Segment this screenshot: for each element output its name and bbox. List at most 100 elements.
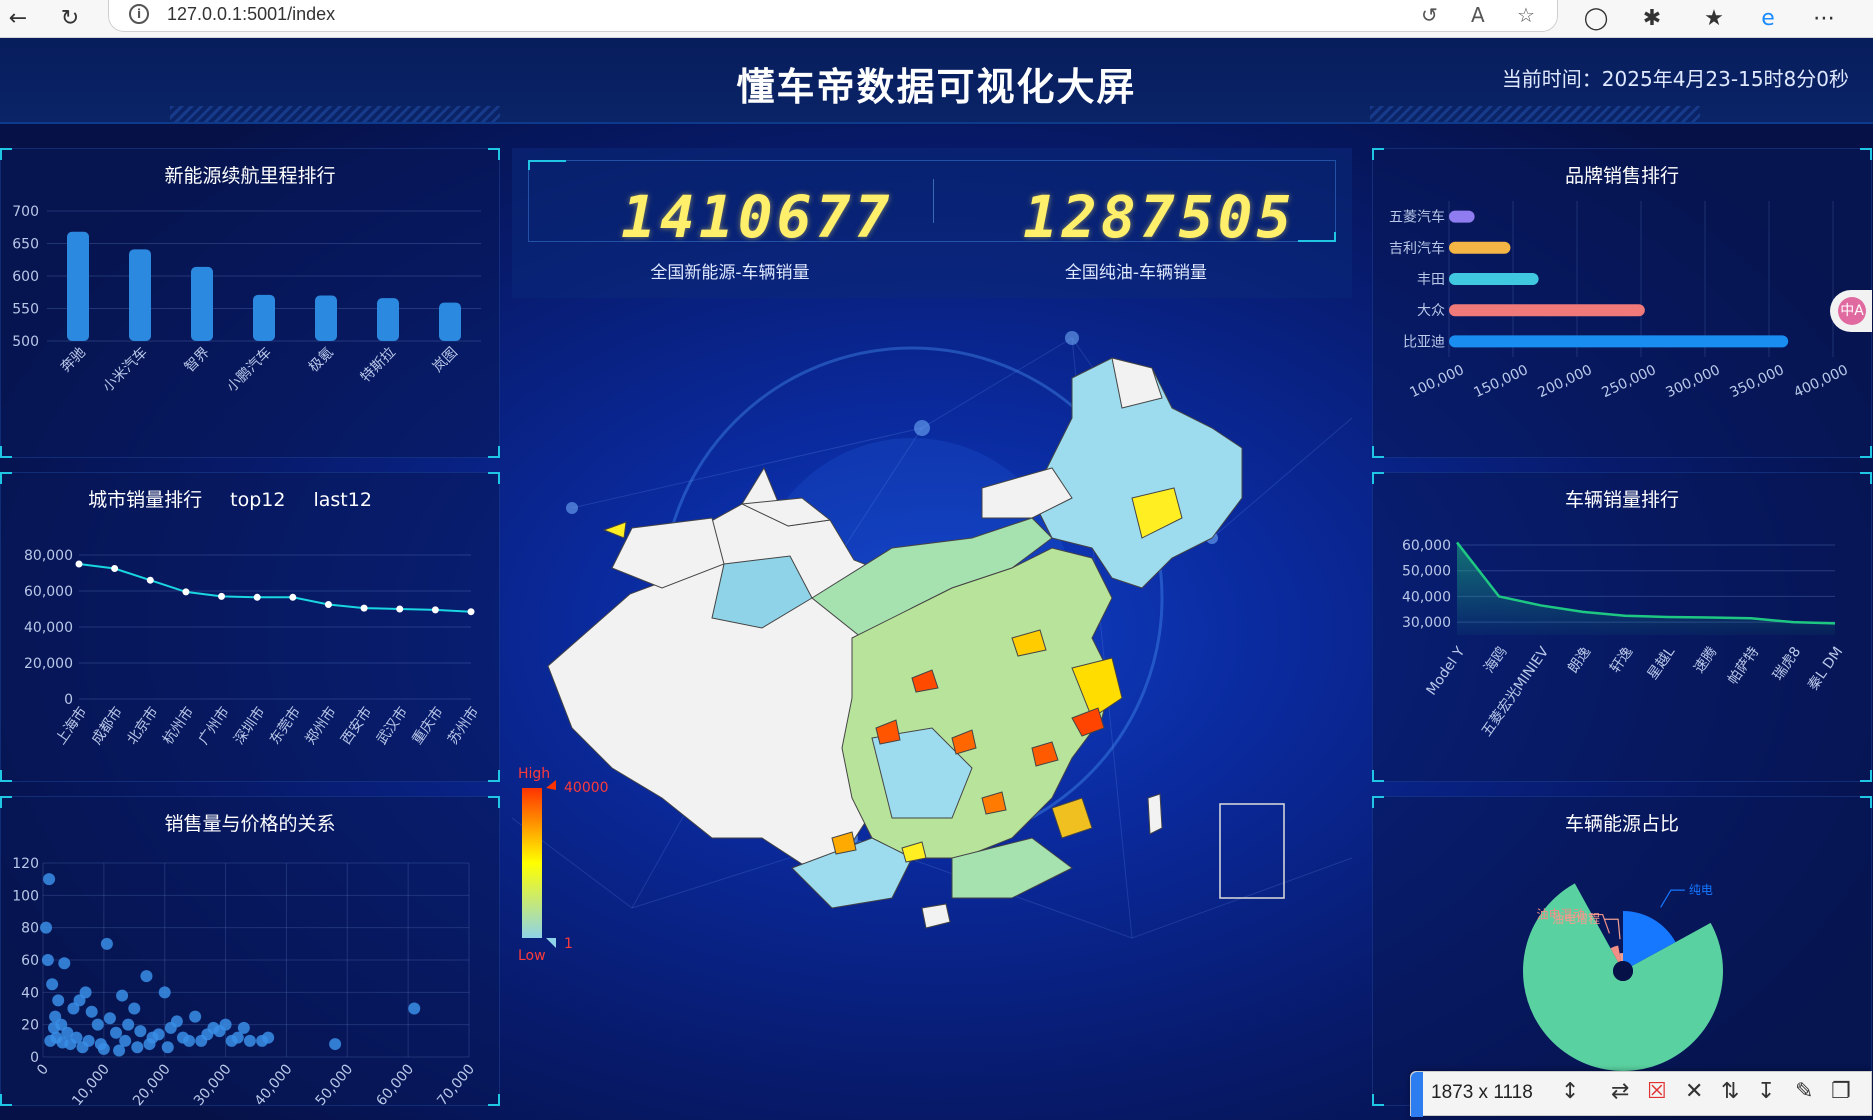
range-bar (315, 295, 337, 341)
swap-icon[interactable]: ⇄ (1611, 1079, 1629, 1104)
scatter-x-tick: 60,000 (373, 1061, 417, 1107)
model-y-tick: 40,000 (1402, 589, 1451, 605)
scatter-point (201, 1028, 214, 1041)
city-point (396, 605, 404, 613)
scatter-y-tick: 60 (21, 953, 39, 969)
url-text[interactable]: 127.0.0.1:5001/index (167, 4, 335, 25)
site-info-icon[interactable]: i (129, 4, 149, 24)
scatter-x-tick: 70,000 (434, 1061, 478, 1107)
scatter-point (408, 1002, 421, 1015)
text-size-icon[interactable]: A (1471, 3, 1485, 27)
close-icon[interactable]: ✕ (1685, 1079, 1703, 1104)
scatter-point (46, 978, 59, 991)
scatter-point (158, 986, 171, 999)
city-y-tick: 0 (64, 692, 73, 708)
reload-icon[interactable]: ↻ (54, 2, 86, 34)
scatter-y-tick: 20 (21, 1018, 39, 1034)
range-ranking-panel: 新能源续航里程排行 500 550 600 650 700 奔驰 小米汽车 智界 小鹏汽车 极氪特… (0, 148, 500, 458)
address-bar[interactable]: i 127.0.0.1:5001/index ↺ A ☆ (108, 0, 1558, 32)
copy-icon[interactable]: ❐ (1831, 1079, 1851, 1104)
brand-x-tick: 200,000 (1535, 362, 1594, 401)
brand-y-tick: 大众 (1417, 303, 1445, 319)
header-decoration-left (170, 106, 500, 122)
new-energy-sales-label: 全国新能源-车辆销量 (650, 263, 810, 283)
energy-rose-chart: 纯电纯油油电混动油电增程纯电纯油油电混动油电增程 (1479, 883, 1775, 1107)
city-point (431, 606, 439, 614)
map-region-taiwan[interactable] (1147, 793, 1163, 835)
favorites-list-icon[interactable]: ★ (1698, 2, 1730, 34)
back-icon[interactable]: ← (2, 2, 34, 34)
energy-center-hole (1613, 961, 1633, 981)
dashboard: 懂车帝数据可视化大屏 当前时间：2025年4月23-15时8分0秒 新能源续航里… (0, 38, 1873, 1120)
scatter-y-tick: 120 (12, 856, 39, 872)
range-x-tick: 智界 (182, 345, 213, 376)
range-x-tick: 小米汽车 (99, 344, 151, 396)
legend-color-bar[interactable] (522, 788, 542, 938)
legend-min-handle[interactable] (546, 938, 556, 948)
scatter-point (164, 1021, 177, 1034)
scatter-point (152, 1028, 165, 1041)
brand-y-tick: 比亚迪 (1403, 334, 1445, 350)
extensions-icon[interactable]: ✱ (1636, 2, 1668, 34)
range-bar (377, 298, 399, 341)
scatter-x-tick: 30,000 (191, 1061, 235, 1107)
city-point (289, 593, 297, 601)
brand-x-tick: 250,000 (1599, 362, 1658, 401)
remove-region-icon[interactable]: ☒ (1647, 1079, 1667, 1104)
scatter-point (134, 1025, 147, 1038)
map-region-fujian[interactable] (1051, 797, 1093, 839)
range-y-tick: 500 (12, 334, 39, 350)
china-sales-map[interactable]: High 40000 1 Low (511, 298, 1353, 1118)
city-x-tick: 成都市 (88, 704, 126, 748)
scatter-x-tick: 0 (34, 1061, 52, 1078)
model-x-tick: Model Y (1424, 644, 1469, 699)
legend-low-label: Low (518, 948, 546, 964)
translate-button[interactable]: 中A (1830, 290, 1872, 332)
scatter-point (243, 1034, 256, 1047)
screenshot-size-readout: 1873 x 1118 (1431, 1082, 1533, 1103)
edit-icon[interactable]: ✎ (1795, 1079, 1813, 1104)
scatter-x-tick: 20,000 (130, 1061, 174, 1107)
energy-leader-line (1660, 889, 1685, 908)
map-region-hainan[interactable] (921, 903, 951, 929)
model-x-tick: 朗逸 (1565, 644, 1594, 676)
edge-collections-icon[interactable]: e (1752, 2, 1784, 34)
city-x-tick: 上海市 (52, 704, 90, 748)
city-point (146, 576, 154, 584)
more-menu-icon[interactable]: ⋯ (1808, 2, 1840, 34)
favorite-star-icon[interactable]: ☆ (1517, 3, 1535, 27)
city-point (253, 593, 261, 601)
brand-y-tick: 吉利汽车 (1389, 240, 1445, 257)
counter-frame: 1410677 1287505 (528, 160, 1336, 251)
download-icon[interactable]: ↧ (1757, 1079, 1775, 1104)
range-bar (191, 266, 213, 341)
scatter-point (140, 970, 153, 983)
scatter-y-tick: 40 (21, 985, 39, 1001)
legend-high-label: High (518, 766, 550, 782)
map-region-urumqi[interactable] (602, 521, 627, 539)
scatter-point (97, 1042, 110, 1055)
brand-ranking-panel: 品牌销售排行 100,000 150,000 200,000 250,000 300,0… (1372, 148, 1872, 458)
pin-icon[interactable]: ⇅ (1721, 1079, 1739, 1104)
city-point (324, 601, 332, 608)
range-y-tick: 700 (12, 204, 39, 220)
range-x-tick: 特斯拉 (358, 345, 399, 386)
model-x-tick: 秦L DM (1805, 644, 1846, 693)
scatter-point (161, 1041, 174, 1054)
range-x-tick: 岚图 (430, 345, 461, 376)
resize-vertical-icon[interactable]: ↕ (1561, 1079, 1579, 1104)
city-point (218, 592, 226, 600)
scatter-point (128, 1002, 141, 1015)
brand-bar (1449, 304, 1645, 317)
scatter-point (103, 1012, 116, 1025)
brand-y-tick: 五菱汽车 (1389, 209, 1445, 226)
current-time: 当前时间：2025年4月23-15时8分0秒 (1501, 67, 1849, 91)
city-point (111, 565, 119, 572)
city-x-tick: 重庆市 (409, 704, 447, 748)
shield-icon[interactable]: ◯ (1580, 2, 1612, 34)
range-x-tick: 小鹏汽车 (223, 344, 275, 396)
read-aloud-icon[interactable]: ↺ (1421, 3, 1438, 27)
range-x-tick: 极氪 (306, 345, 337, 376)
model-x-tick: 星越L (1645, 644, 1679, 683)
city-y-tick: 40,000 (24, 620, 73, 636)
